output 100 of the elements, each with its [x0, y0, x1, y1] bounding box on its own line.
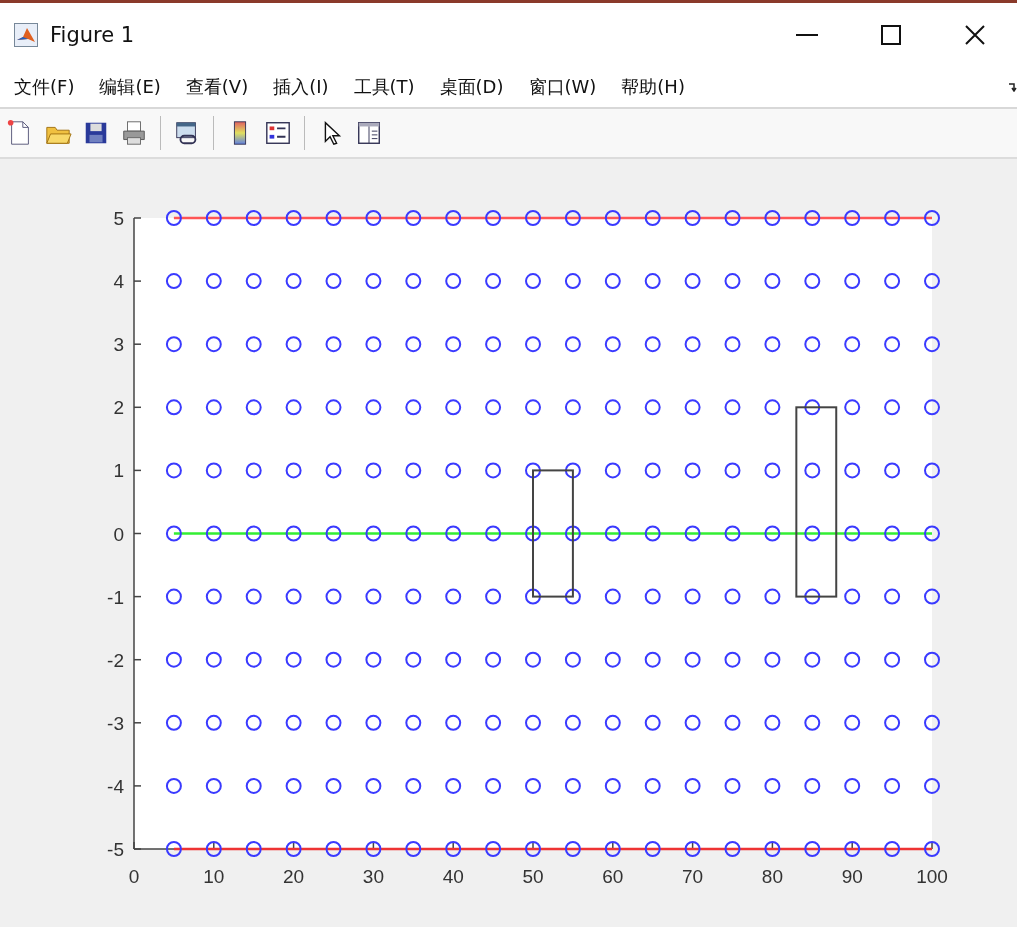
data-point	[684, 588, 701, 605]
menu-item[interactable]: 帮助(H)	[613, 70, 693, 104]
menu-item[interactable]: 插入(I)	[265, 70, 337, 104]
data-point	[844, 273, 861, 290]
data-point	[365, 714, 382, 731]
menu-item[interactable]: 查看(V)	[177, 70, 257, 104]
data-point	[644, 525, 661, 542]
data-point	[365, 841, 382, 857]
data-point	[325, 651, 342, 668]
data-point	[684, 399, 701, 416]
arrow-icon[interactable]	[1009, 82, 1017, 92]
data-point	[604, 651, 621, 668]
data-point	[684, 210, 701, 226]
data-point	[285, 336, 302, 353]
data-point	[405, 399, 422, 416]
menu-item[interactable]: 工具(T)	[345, 70, 423, 104]
data-point	[285, 273, 302, 290]
tick-label: 0	[113, 523, 124, 545]
data-point	[325, 210, 342, 226]
data-point	[924, 588, 940, 605]
data-point	[285, 777, 302, 794]
data-point	[165, 210, 182, 226]
data-point	[884, 714, 901, 731]
data-point	[684, 714, 701, 731]
data-point	[445, 462, 462, 479]
data-point	[205, 841, 222, 857]
data-point	[804, 651, 821, 668]
data-point	[165, 273, 182, 290]
menu-item[interactable]: 文件(F)	[6, 70, 83, 104]
data-point	[884, 336, 901, 353]
data-point	[604, 462, 621, 479]
tick-label: 1	[113, 460, 124, 482]
data-point	[325, 336, 342, 353]
data-point	[804, 841, 821, 857]
data-point	[245, 777, 262, 794]
data-point	[285, 714, 302, 731]
menu-item[interactable]: 窗口(W)	[520, 70, 605, 104]
data-point	[924, 336, 940, 353]
data-point	[764, 336, 781, 353]
data-point	[245, 651, 262, 668]
minimize-icon	[796, 34, 818, 36]
data-point	[245, 336, 262, 353]
tick-label: 60	[602, 866, 624, 887]
data-point	[684, 777, 701, 794]
panel-icon	[355, 119, 383, 147]
data-point	[485, 273, 502, 290]
data-point	[644, 777, 661, 794]
data-point	[365, 399, 382, 416]
data-point	[804, 588, 821, 605]
data-point	[844, 714, 861, 731]
data-point	[525, 777, 541, 794]
data-point	[924, 651, 940, 668]
data-point	[924, 273, 940, 290]
data-point	[525, 399, 541, 416]
data-point	[884, 777, 901, 794]
data-point	[445, 399, 462, 416]
data-point	[525, 210, 541, 226]
data-point	[884, 399, 901, 416]
tick-label: 80	[761, 866, 783, 887]
data-point	[285, 399, 302, 416]
data-point	[564, 777, 581, 794]
data-point	[804, 336, 821, 353]
data-point	[924, 714, 940, 731]
data-point	[325, 841, 342, 857]
menu-item[interactable]: 桌面(D)	[431, 70, 512, 104]
data-point	[485, 841, 502, 857]
data-point	[804, 273, 821, 290]
data-point	[325, 714, 342, 731]
data-point	[325, 273, 342, 290]
data-point	[684, 462, 701, 479]
data-point	[445, 336, 462, 353]
data-point	[844, 651, 861, 668]
data-point	[764, 273, 781, 290]
data-point	[445, 841, 462, 857]
data-point	[205, 273, 222, 290]
printer-icon	[120, 119, 148, 147]
data-point	[564, 714, 581, 731]
data-point	[205, 462, 222, 479]
data-point	[205, 336, 222, 353]
data-point	[445, 273, 462, 290]
data-point	[245, 714, 262, 731]
data-point	[884, 651, 901, 668]
data-point	[245, 462, 262, 479]
data-point	[325, 399, 342, 416]
data-point	[724, 651, 741, 668]
data-point	[405, 777, 422, 794]
data-point	[285, 210, 302, 226]
data-point	[245, 841, 262, 857]
data-point	[245, 399, 262, 416]
data-point	[365, 651, 382, 668]
data-point	[724, 210, 741, 226]
tick-label: 20	[283, 866, 305, 887]
tick-label: 10	[203, 866, 225, 887]
menu-item[interactable]: 编辑(E)	[91, 70, 169, 104]
legend-icon	[264, 119, 292, 147]
data-point	[485, 399, 502, 416]
data-point	[604, 841, 621, 857]
data-point	[644, 588, 661, 605]
data-point	[604, 336, 621, 353]
data-point	[804, 399, 821, 416]
